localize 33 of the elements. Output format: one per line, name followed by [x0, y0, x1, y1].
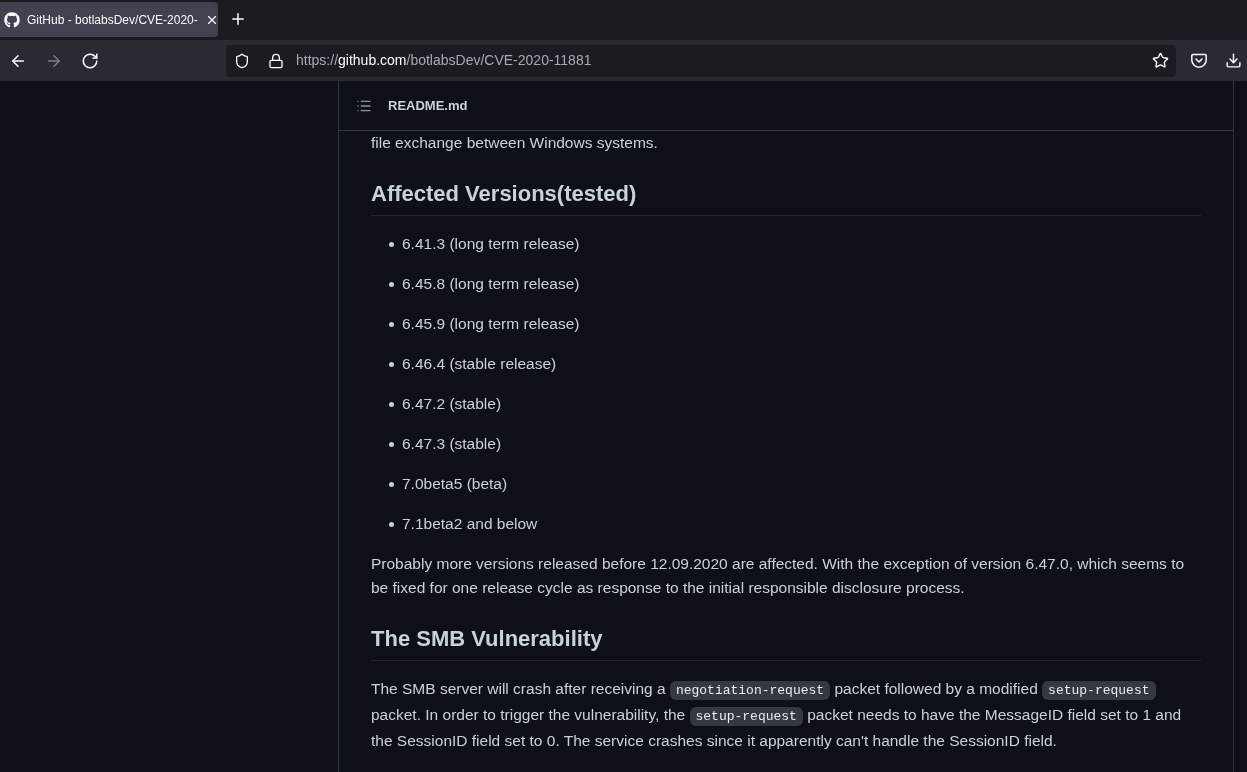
list-item-text: 6.47.2 (stable)	[402, 394, 502, 414]
bookmark-star-icon[interactable]	[1152, 52, 1169, 69]
list-item-text: 7.0beta5 (beta)	[402, 474, 508, 494]
github-logo-icon	[4, 11, 20, 28]
bullet-icon	[389, 321, 394, 327]
shield-icon[interactable]	[234, 52, 250, 69]
pocket-icon	[1191, 53, 1207, 68]
list-item-text: 7.1beta2 and below	[402, 514, 538, 534]
reload-icon	[81, 51, 99, 70]
bullet-icon	[389, 241, 394, 247]
bullet-icon	[389, 481, 394, 487]
bullet-icon	[389, 441, 394, 447]
bullet-icon	[389, 361, 394, 367]
plus-icon	[229, 10, 247, 28]
list-item-text: 6.45.8 (long term release)	[402, 274, 580, 294]
paragraph-text: file exchange between Windows systems.	[371, 133, 659, 153]
section-heading: The SMB Vulnerability	[371, 624, 1201, 661]
list-item-text: 6.47.3 (stable)	[402, 434, 502, 454]
paragraph-text: The SMB server will crash after receiving a negotiation-request packet followed by a modified setup-request packet. In order to trigger the vulnerability, the setup-request packet needs to have the MessageID field set to 1 and the SessionID field set to 0. The service crashes since it apparently can't handle the SessionID field.	[371, 679, 1183, 751]
address-bar[interactable]: https://github.com/botlabsDev/CVE-2020-11881	[226, 44, 1176, 77]
paragraph-text: Probably more versions released before 12.09.2020 are affected. With the exception of version 6.47.0, which seems to be fixed for one release cycle as response to the initial responsible disclosure process.	[371, 554, 1186, 598]
list-item-text: 6.41.3 (long term release)	[402, 234, 580, 254]
bullet-icon	[389, 281, 394, 287]
readme-filename: README.md	[388, 96, 468, 115]
section-heading: Affected Versions(tested)	[371, 179, 1201, 216]
browser-tab[interactable]: GitHub - botlabsDev/CVE-2020-	[0, 2, 218, 37]
bullet-icon	[389, 521, 394, 527]
tab-title: GitHub - botlabsDev/CVE-2020-	[27, 11, 198, 29]
bullet-icon	[389, 401, 394, 407]
list-item-text: 6.46.4 (stable release)	[402, 354, 557, 374]
lock-icon[interactable]	[268, 52, 284, 69]
list-item-text: 6.45.9 (long term release)	[402, 314, 580, 334]
download-icon	[1224, 52, 1242, 69]
